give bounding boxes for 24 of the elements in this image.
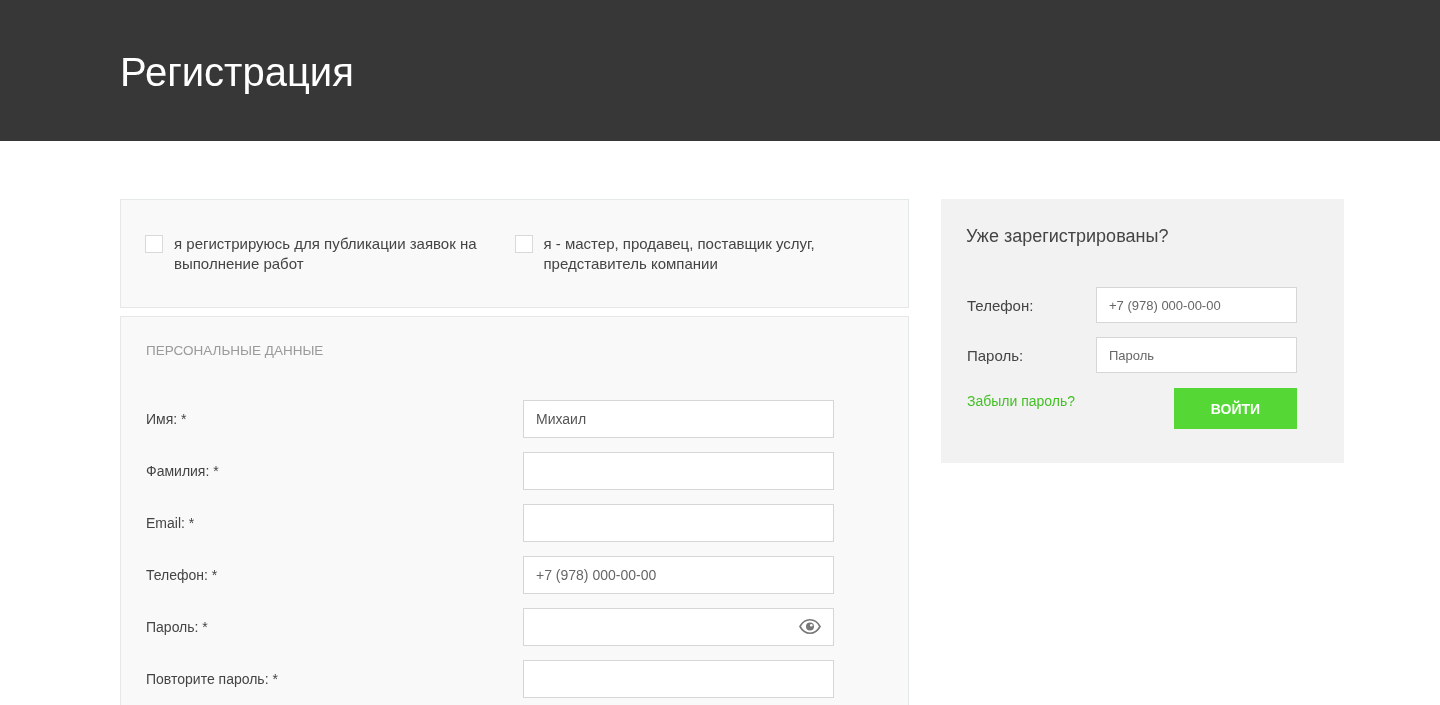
- checkbox-label[interactable]: я - мастер, продавец, поставщик услуг, представитель компании: [543, 234, 874, 274]
- field-label: Пароль:: [967, 346, 1025, 364]
- checkbox-label[interactable]: я регистрируюсь для публикации заявок на выполнение работ: [174, 234, 504, 274]
- field-label: Имя: *: [146, 411, 188, 427]
- page-title: Регистрация: [120, 48, 354, 96]
- input-field[interactable]: +7 (978) 000-00-00: [1096, 287, 1297, 323]
- field-label: Повторите пароль: *: [146, 671, 279, 687]
- input-field[interactable]: +7 (978) 000-00-00: [523, 556, 834, 594]
- field-label: Пароль: *: [146, 619, 209, 635]
- checkbox[interactable]: [514, 235, 533, 253]
- field-label: Телефон: *: [146, 567, 219, 583]
- input-field[interactable]: [523, 504, 834, 542]
- input-field[interactable]: [523, 452, 834, 490]
- eye-icon[interactable]: [799, 619, 821, 634]
- checkbox[interactable]: [145, 235, 163, 253]
- input-field[interactable]: [523, 660, 834, 698]
- field-label: Телефон:: [967, 296, 1035, 314]
- password-field[interactable]: [523, 608, 834, 646]
- field-label: Фамилия: *: [146, 463, 220, 479]
- field-label: Email: *: [146, 515, 196, 531]
- input-field[interactable]: Михаил: [523, 400, 834, 438]
- login-title: Уже зарегистрированы?: [966, 226, 1170, 246]
- section-heading: ПЕРСОНАЛЬНЫЕ ДАННЫЕ: [146, 342, 325, 360]
- input-field[interactable]: Пароль: [1096, 337, 1297, 373]
